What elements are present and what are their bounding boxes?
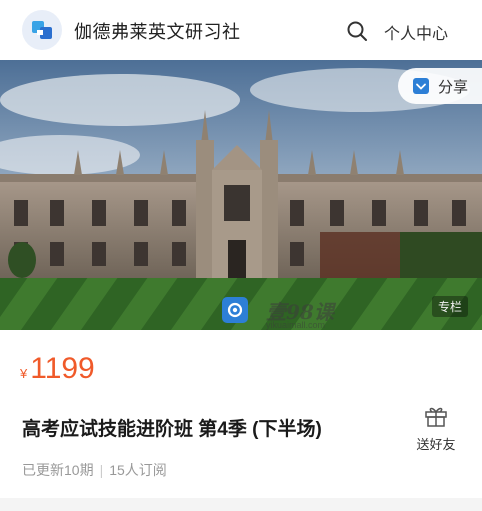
search-icon[interactable]	[346, 20, 368, 42]
column-tag: 专栏	[432, 296, 469, 317]
gift-to-friend-button[interactable]: 送好友	[414, 403, 458, 453]
top-header: 伽德弗莱英文研习社 个人中心	[0, 0, 482, 60]
course-title: 高考应试技能进阶班 第4季 (下半场)	[22, 419, 322, 440]
share-label: 分享	[438, 78, 469, 96]
gift-icon	[425, 407, 447, 427]
watermark-subtext: yikuaimall.com	[266, 320, 326, 330]
subscriber-count: 15人订阅	[109, 462, 167, 478]
update-count: 已更新10期	[22, 462, 94, 478]
price-currency: ¥	[20, 366, 28, 381]
shop-name[interactable]: 伽德弗莱英文研习社	[74, 18, 241, 44]
share-icon	[413, 78, 429, 94]
watermark-logo-icon	[222, 297, 248, 323]
price: ¥1199	[20, 352, 95, 386]
shop-logo-icon[interactable]	[22, 10, 62, 50]
course-meta: 已更新10期 | 15人订阅	[22, 460, 167, 480]
meta-divider: |	[99, 462, 104, 478]
price-amount: 1199	[30, 352, 95, 385]
personal-center-link[interactable]: 个人中心	[384, 20, 448, 44]
share-button[interactable]: 分享	[398, 68, 482, 104]
course-banner-image: 分享 壹98课 yikuaimall.com 专栏	[0, 60, 482, 330]
gift-label: 送好友	[416, 437, 456, 452]
section-divider	[0, 498, 482, 511]
